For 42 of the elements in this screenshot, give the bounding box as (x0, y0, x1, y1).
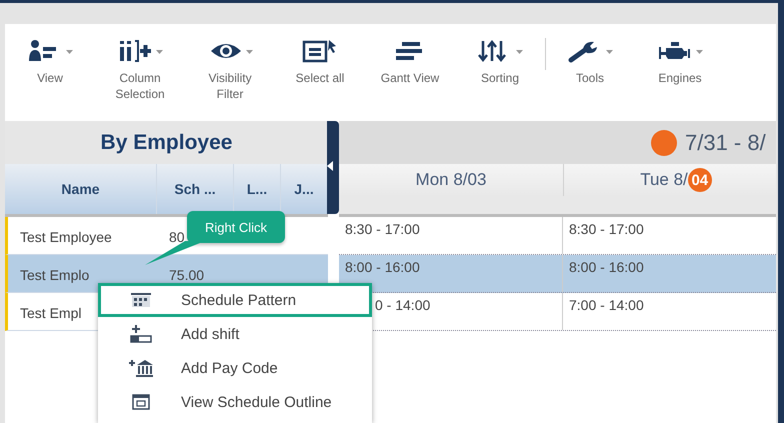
column-header[interactable]: Name (5, 164, 157, 214)
hours-value: 80 (169, 229, 185, 245)
menu-item[interactable]: Add Pay Code (98, 351, 372, 385)
toolbar-button[interactable]: Column Selection (95, 36, 185, 102)
employee-name: Test Employee (20, 229, 112, 245)
caret-icon (696, 50, 702, 54)
shift-time[interactable]: 8:00 - 16:00 (345, 259, 420, 275)
caret-icon (246, 50, 252, 54)
toolbar-button[interactable]: Gantt View (365, 36, 455, 86)
toolbar-button[interactable]: Tools (545, 36, 635, 86)
panel-title: By Employee (5, 121, 328, 164)
caret-icon (606, 50, 612, 54)
employee-name: Test Empl (20, 305, 82, 321)
shift-row[interactable]: 8:30 - 17:00 8:30 - 17:00 (339, 217, 776, 255)
toolbar-button[interactable]: Sorting (455, 36, 545, 86)
collapse-handle[interactable] (327, 121, 339, 214)
menu-item[interactable]: Schedule Pattern (98, 283, 372, 317)
caret-icon (66, 50, 72, 54)
calendar-window-icon (132, 394, 150, 410)
shift-time[interactable]: 8:30 - 17:00 (345, 221, 420, 237)
date-range: 7/31 - 8/ (685, 130, 766, 156)
status-dot-icon (651, 130, 677, 156)
shift-time[interactable]: 0 - 14:00 (375, 297, 430, 313)
caret-icon (516, 50, 522, 54)
bank-add-icon (129, 359, 153, 377)
shift-time[interactable]: 7:00 - 14:00 (569, 297, 644, 313)
columns-add-icon (118, 39, 154, 63)
caret-icon (156, 50, 162, 54)
tooltip-pointer (145, 241, 205, 265)
add-shift-icon (130, 325, 152, 343)
employee-name: Test Emplo (20, 267, 90, 283)
menu-item[interactable]: View Schedule Outline (98, 385, 372, 419)
toolbar-button[interactable]: Engines (635, 36, 725, 86)
shift-time[interactable]: 8:00 - 16:00 (569, 259, 644, 275)
toolbar-button[interactable]: Select all (275, 36, 365, 86)
hours-value: 75.00 (169, 267, 204, 283)
grid-icon (131, 293, 151, 307)
select-all-icon (302, 39, 338, 63)
toolbar-button[interactable]: View (5, 36, 95, 86)
shift-row[interactable]: 8:00 - 16:00 8:00 - 16:00 (339, 255, 776, 293)
shift-time[interactable]: 8:30 - 17:00 (569, 221, 644, 237)
toolbar-button[interactable]: Visibility Filter (185, 36, 275, 102)
